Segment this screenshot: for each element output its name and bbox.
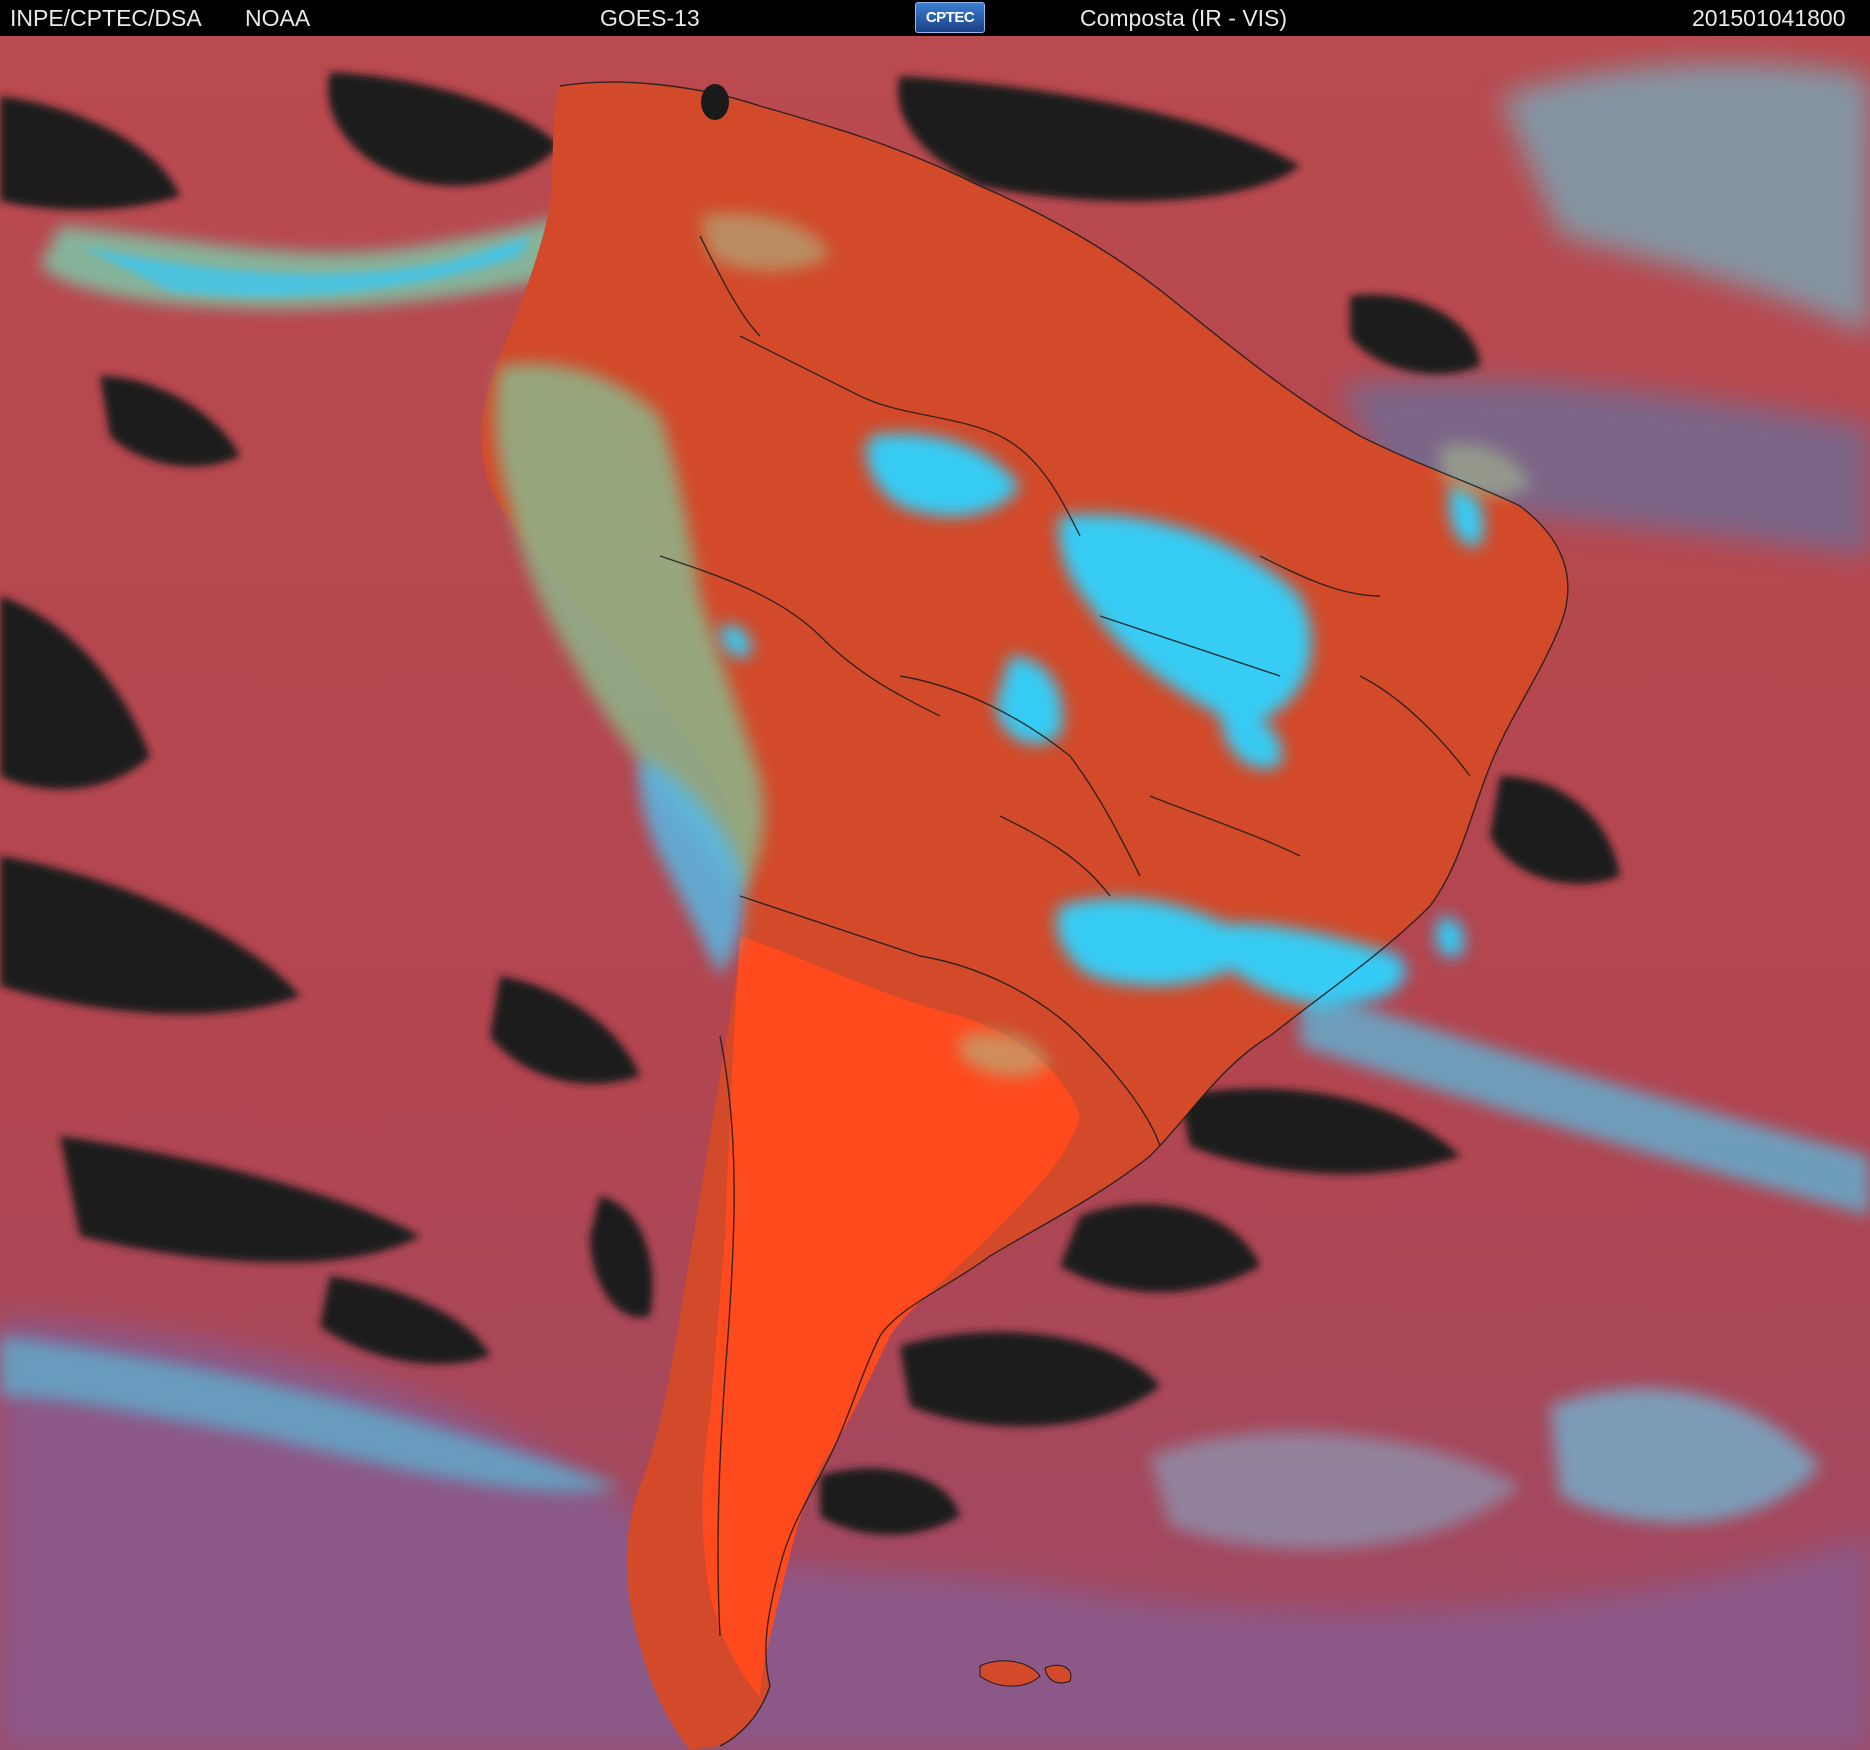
agency-label: NOAA [245,5,311,31]
satellite-label: GOES-13 [600,5,700,31]
falkland-islands [979,1660,1072,1687]
lake-maracaibo [701,84,729,120]
satellite-composite-map [0,36,1870,1750]
product-label: Composta (IR - VIS) [1080,5,1288,31]
satellite-image-frame: INPE/CPTEC/DSA NOAA GOES-13 CPTEC Compos… [0,0,1870,1750]
image-header-bar: INPE/CPTEC/DSA NOAA GOES-13 CPTEC Compos… [0,0,1870,36]
source-label: INPE/CPTEC/DSA [10,5,202,31]
cptec-logo: CPTEC [915,2,985,33]
timestamp-label: 201501041800 [1692,5,1846,31]
